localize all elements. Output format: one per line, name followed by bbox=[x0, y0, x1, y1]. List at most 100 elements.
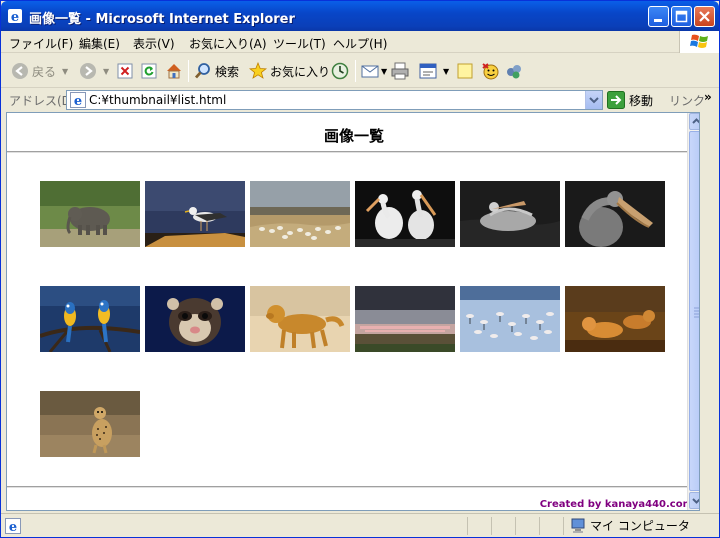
address-bar: アドレス(D) e C:¥thumbnail¥list.html 移動 リンク … bbox=[1, 89, 719, 111]
page-status-icon: e bbox=[5, 518, 21, 534]
links-button[interactable]: リンク bbox=[669, 92, 705, 109]
mail-dropdown-icon[interactable]: ▼ bbox=[381, 67, 387, 76]
scroll-down-button[interactable] bbox=[689, 492, 699, 509]
svg-text:e: e bbox=[9, 520, 17, 534]
research-button[interactable] bbox=[505, 61, 523, 81]
chevron-down-icon bbox=[589, 97, 599, 104]
minimize-button[interactable] bbox=[648, 6, 669, 27]
status-cell bbox=[539, 517, 563, 535]
discuss-button[interactable] bbox=[457, 61, 473, 81]
messenger-icon bbox=[482, 63, 499, 80]
thumbnail-cheetah[interactable] bbox=[40, 391, 140, 457]
thumbnail-lions[interactable] bbox=[565, 286, 665, 352]
thumbnail-pelican-closeup[interactable] bbox=[565, 181, 665, 247]
search-button[interactable]: 検索 bbox=[194, 61, 239, 81]
status-cell bbox=[467, 517, 491, 535]
thumbnail-pelican-swimming[interactable] bbox=[460, 181, 560, 247]
vertical-scrollbar[interactable] bbox=[687, 113, 699, 510]
back-dropdown-icon[interactable]: ▼ bbox=[62, 67, 68, 76]
maximize-button[interactable] bbox=[671, 6, 692, 27]
ie-icon: e bbox=[7, 8, 23, 25]
menu-edit[interactable]: 編集(E) bbox=[79, 35, 120, 52]
printer-icon bbox=[391, 62, 409, 80]
menu-tools[interactable]: ツール(T) bbox=[273, 35, 326, 52]
thumbnail-pelicans[interactable] bbox=[355, 181, 455, 247]
print-button[interactable] bbox=[391, 61, 409, 81]
refresh-button[interactable] bbox=[141, 61, 157, 81]
favorites-label: お気に入り bbox=[270, 64, 331, 79]
menu-view[interactable]: 表示(V) bbox=[133, 35, 175, 52]
page-title: 画像一覧 bbox=[323, 127, 384, 145]
standard-toolbar: 戻る ▼ ▼ 検索 お気に入り ▼ ▼ bbox=[1, 54, 719, 88]
links-chevron-icon[interactable]: » bbox=[704, 90, 712, 104]
toolbar-separator bbox=[188, 60, 189, 82]
stop-button[interactable] bbox=[117, 61, 133, 81]
messenger-button[interactable] bbox=[481, 61, 499, 81]
scroll-up-button[interactable] bbox=[689, 113, 699, 130]
bottom-divider bbox=[7, 486, 699, 488]
search-icon bbox=[194, 63, 210, 79]
forward-dropdown-icon[interactable]: ▼ bbox=[103, 67, 109, 76]
status-cell bbox=[491, 517, 515, 535]
back-button[interactable]: 戻る ▼ bbox=[11, 61, 68, 81]
svg-text:e: e bbox=[11, 10, 19, 24]
back-arrow-icon bbox=[12, 63, 28, 79]
my-computer-icon bbox=[571, 518, 585, 533]
thumbnail-flamingos-far[interactable] bbox=[355, 286, 455, 352]
toolbar-separator bbox=[355, 60, 356, 82]
status-bar: e マイ コンピュータ bbox=[1, 513, 719, 537]
research-icon bbox=[507, 65, 521, 79]
mail-icon bbox=[361, 65, 379, 78]
status-cell bbox=[515, 517, 539, 535]
thumbnail-shorebirds[interactable] bbox=[250, 181, 350, 247]
search-label: 検索 bbox=[215, 64, 240, 79]
edit-page-icon bbox=[419, 63, 437, 79]
history-button[interactable] bbox=[331, 61, 349, 81]
close-button[interactable] bbox=[694, 6, 715, 27]
page-content: 画像一覧 Created by kanaya440.com bbox=[6, 112, 700, 511]
back-label: 戻る bbox=[32, 64, 57, 79]
status-zone-text: マイ コンピュータ bbox=[590, 519, 690, 533]
status-zone-cell: マイ コンピュータ bbox=[563, 517, 713, 535]
menu-favorites[interactable]: お気に入り(A) bbox=[189, 35, 267, 52]
chevron-up-icon bbox=[692, 118, 699, 124]
thumbnail-elephant[interactable] bbox=[40, 181, 140, 247]
credit-text: Created by kanaya440.com bbox=[539, 499, 693, 510]
svg-text:e: e bbox=[74, 94, 82, 108]
home-icon bbox=[167, 64, 181, 79]
history-icon bbox=[331, 62, 349, 80]
edit-dropdown-icon[interactable]: ▼ bbox=[443, 67, 449, 76]
thumbnail-ferret[interactable] bbox=[145, 286, 245, 352]
stop-icon bbox=[117, 63, 133, 79]
grip-icon bbox=[694, 307, 699, 318]
mail-button[interactable]: ▼ bbox=[361, 61, 387, 81]
top-divider bbox=[7, 151, 699, 153]
refresh-icon bbox=[141, 63, 157, 79]
address-value: C:¥thumbnail¥list.html bbox=[89, 93, 227, 107]
title-bar[interactable]: e 画像一覧 - Microsoft Internet Explorer bbox=[1, 1, 719, 31]
go-button[interactable]: 移動 bbox=[607, 91, 653, 109]
menu-bar: ファイル(F) 編集(E) 表示(V) お気に入り(A) ツール(T) ヘルプ(… bbox=[1, 31, 719, 53]
address-dropdown-button[interactable] bbox=[585, 91, 602, 109]
thumbnail-seagull[interactable] bbox=[145, 181, 245, 247]
address-input[interactable]: e C:¥thumbnail¥list.html bbox=[66, 90, 603, 110]
go-arrow-icon bbox=[607, 91, 625, 109]
windows-logo-icon bbox=[679, 31, 719, 53]
edit-button[interactable]: ▼ bbox=[419, 61, 449, 81]
favorites-button[interactable]: お気に入り bbox=[249, 61, 330, 81]
star-icon bbox=[249, 62, 267, 79]
home-button[interactable] bbox=[165, 61, 183, 81]
window-title: 画像一覧 - Microsoft Internet Explorer bbox=[29, 12, 295, 27]
browser-window: e 画像一覧 - Microsoft Internet Explorer ファイ… bbox=[0, 0, 720, 538]
go-label: 移動 bbox=[629, 93, 654, 108]
menu-file[interactable]: ファイル(F) bbox=[9, 35, 73, 52]
thumbnail-macaws[interactable] bbox=[40, 286, 140, 352]
scroll-thumb[interactable] bbox=[689, 131, 699, 491]
menu-help[interactable]: ヘルプ(H) bbox=[333, 35, 387, 52]
chevron-down-icon bbox=[692, 498, 699, 504]
thumbnail-flamingos-water[interactable] bbox=[460, 286, 560, 352]
forward-button[interactable]: ▼ bbox=[79, 61, 109, 81]
note-icon bbox=[457, 63, 473, 79]
page-icon: e bbox=[70, 92, 86, 108]
thumbnail-golden-retriever[interactable] bbox=[250, 286, 350, 352]
